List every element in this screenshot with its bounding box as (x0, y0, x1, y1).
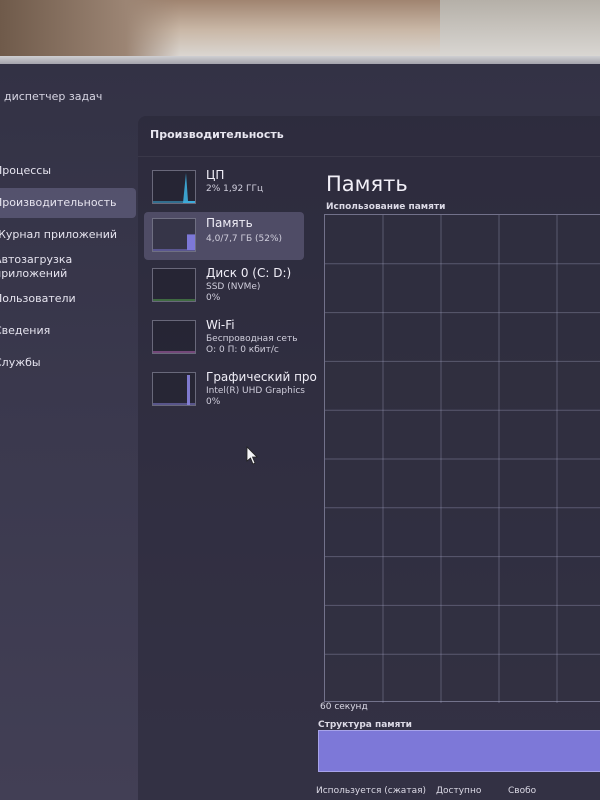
wifi-mini-graph (153, 351, 195, 353)
sidebar-item-label: Пользователи (0, 292, 76, 305)
device-stat: 4,0/7,7 ГБ (52%) (206, 234, 283, 244)
sidebar-item-processes[interactable]: Процессы (0, 156, 136, 186)
sidebar-nav: Процессы Производительность Журнал прило… (0, 156, 136, 380)
device-type: SSD (NVMe) (206, 282, 261, 292)
sidebar-item-label: Автозагрузка приложений (0, 253, 73, 280)
device-cpu[interactable]: ЦП 2% 1,92 ГГц (144, 164, 304, 212)
sidebar-item-performance[interactable]: Производительность (0, 188, 136, 218)
background-shadow (0, 0, 180, 60)
sidebar-item-label: Производительность (0, 196, 117, 209)
legend-available: Доступно (436, 786, 482, 796)
sidebar-item-label: Сведения (0, 324, 51, 337)
panel-divider (138, 156, 600, 157)
wifi-thumbnail (152, 320, 196, 354)
graph-label: Использование памяти (326, 202, 446, 212)
app-title: диспетчер задач (4, 90, 103, 103)
device-stat: 0% (206, 397, 221, 407)
sidebar-item-services[interactable]: Службы (0, 348, 136, 378)
legend-free: Свобо (508, 786, 537, 796)
sidebar-item-label: Журнал приложений (0, 228, 118, 241)
graph-time-label: 60 секунд (320, 702, 368, 712)
cpu-mini-graph (153, 173, 195, 203)
sidebar-item-users[interactable]: Пользователи (0, 284, 136, 314)
sidebar-item-details[interactable]: Сведения (0, 316, 136, 346)
device-title: Память (206, 216, 253, 230)
device-type: Intel(R) UHD Graphics (206, 386, 305, 396)
device-title: Графический про (206, 370, 317, 384)
sidebar-item-label: Процессы (0, 164, 52, 177)
legend-used: Используется (сжатая) (316, 786, 427, 796)
sidebar-item-app-history[interactable]: Журнал приложений (0, 220, 136, 250)
device-stat: 0% (206, 293, 221, 303)
device-stat: 2% 1,92 ГГц (206, 184, 264, 194)
detail-title: Память (326, 172, 408, 196)
device-title: ЦП (206, 168, 225, 182)
device-gpu[interactable]: Графический про Intel(R) UHD Graphics 0% (144, 366, 317, 414)
gpu-thumbnail (152, 372, 196, 406)
memory-mini-graph (153, 234, 195, 251)
sidebar-item-label: Службы (0, 356, 41, 369)
memory-usage-fill (187, 234, 195, 250)
memory-structure-label: Структура памяти (318, 720, 412, 730)
sidebar-item-startup[interactable]: Автозагрузка приложений (0, 252, 136, 282)
device-wifi[interactable]: Wi-Fi Беспроводная сеть О: 0 П: 0 кбит/с (144, 314, 304, 362)
memory-usage-graph (324, 214, 600, 703)
device-disk[interactable]: Диск 0 (C: D:) SSD (NVMe) 0% (144, 262, 304, 310)
mouse-cursor-icon (246, 446, 258, 465)
memory-structure-bar (318, 730, 600, 772)
graph-grid (325, 215, 600, 703)
disk-thumbnail (152, 268, 196, 302)
cpu-thumbnail (152, 170, 196, 204)
device-stat: О: 0 П: 0 кбит/с (206, 345, 279, 355)
background-window (440, 0, 600, 56)
disk-mini-graph (153, 299, 195, 301)
device-memory[interactable]: Память 4,0/7,7 ГБ (52%) (144, 212, 304, 260)
device-title: Диск 0 (C: D:) (206, 266, 292, 280)
gpu-mini-graph (153, 375, 195, 405)
device-type: Беспроводная сеть (206, 334, 298, 344)
panel-header: Производительность (150, 128, 284, 141)
device-title: Wi-Fi (206, 318, 235, 332)
memory-thumbnail (152, 218, 196, 252)
